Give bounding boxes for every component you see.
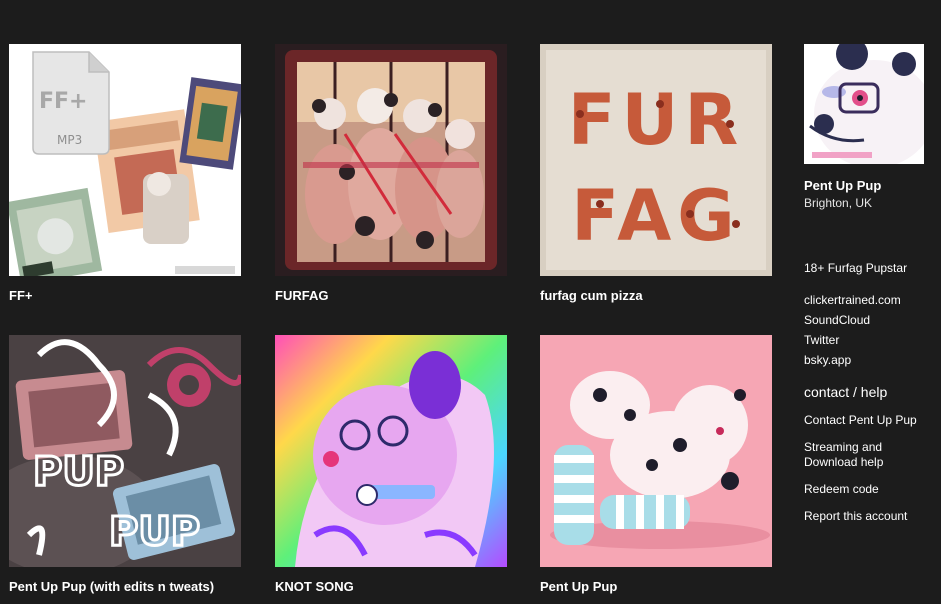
artist-avatar[interactable] bbox=[804, 44, 924, 164]
file-icon-label: FF+ bbox=[39, 89, 88, 114]
album-item: KNOT SONG bbox=[275, 335, 507, 594]
album-cover[interactable] bbox=[540, 335, 772, 567]
link-twitter[interactable]: Twitter bbox=[804, 330, 934, 350]
artist-sidebar: Pent Up Pup Brighton, UK 18+ Furfag Pups… bbox=[804, 44, 934, 536]
artist-name[interactable]: Pent Up Pup bbox=[804, 178, 934, 193]
redeem-code-link[interactable]: Redeem code bbox=[804, 482, 934, 497]
album-title[interactable]: Pent Up Pup bbox=[540, 579, 772, 594]
link-bsky[interactable]: bsky.app bbox=[804, 350, 934, 370]
link-soundcloud[interactable]: SoundCloud bbox=[804, 310, 934, 330]
album-title[interactable]: furfag cum pizza bbox=[540, 288, 772, 303]
album-cover[interactable] bbox=[275, 44, 507, 276]
contact-links: Contact Pent Up Pup Streaming and Downlo… bbox=[804, 413, 934, 524]
album-item: FUR FAG furfag cum pizza bbox=[540, 44, 772, 303]
album-item: FF+ MP3 FF+ bbox=[9, 44, 241, 303]
artist-bio: 18+ Furfag Pupstar bbox=[804, 261, 908, 275]
artist-links: clickertrained.com SoundCloud Twitter bs… bbox=[804, 290, 934, 370]
album-title[interactable]: FF+ bbox=[9, 288, 241, 303]
artist-location: Brighton, UK bbox=[804, 196, 873, 210]
album-item: Pent Up Pup bbox=[540, 335, 772, 594]
album-title[interactable]: KNOT SONG bbox=[275, 579, 507, 594]
file-icon-ext: MP3 bbox=[57, 133, 82, 147]
album-item: FURFAG bbox=[275, 44, 507, 303]
cover-text: FUR bbox=[568, 79, 745, 161]
cover-text: PUP bbox=[109, 509, 200, 555]
cover-text: PUP bbox=[33, 449, 124, 495]
album-cover[interactable]: FUR FAG bbox=[540, 44, 772, 276]
album-cover[interactable]: PUP PUP bbox=[9, 335, 241, 567]
cover-text: FAG bbox=[571, 175, 740, 257]
contact-artist-link[interactable]: Contact Pent Up Pup bbox=[804, 413, 934, 428]
contact-heading: contact / help bbox=[804, 384, 888, 400]
album-grid: FF+ MP3 FF+ FURFAG FUR FAG furfag cum pi… bbox=[9, 44, 773, 604]
report-account-link[interactable]: Report this account bbox=[804, 509, 934, 524]
streaming-help-link[interactable]: Streaming and Download help bbox=[804, 440, 934, 470]
album-cover[interactable]: FF+ MP3 bbox=[9, 44, 241, 276]
album-item: PUP PUP Pent Up Pup (with edits n tweats… bbox=[9, 335, 241, 594]
link-clickertrained[interactable]: clickertrained.com bbox=[804, 290, 934, 310]
album-title[interactable]: FURFAG bbox=[275, 288, 507, 303]
album-title[interactable]: Pent Up Pup (with edits n tweats) bbox=[9, 579, 241, 594]
album-cover[interactable] bbox=[275, 335, 507, 567]
